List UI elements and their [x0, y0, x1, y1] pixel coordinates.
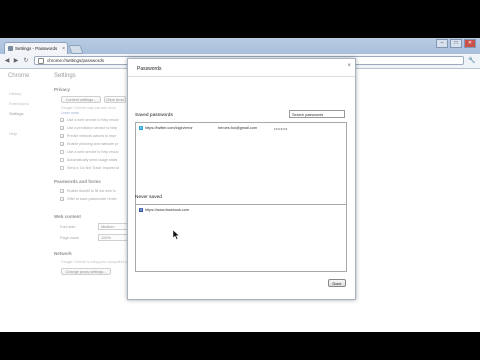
- reload-button[interactable]: ↻: [22, 57, 30, 65]
- tab-close-icon[interactable]: ×: [62, 46, 65, 52]
- twitter-icon: t: [139, 126, 143, 130]
- saved-site: https://twitter.com/login/error: [145, 126, 193, 130]
- new-tab-button[interactable]: [68, 45, 84, 54]
- page-icon: [38, 57, 44, 64]
- window-controls: – □ ✕: [436, 39, 476, 48]
- tab-bar: Settings - Passwords × – □ ✕: [0, 38, 480, 54]
- address-text: chrome://settings/passwords: [47, 58, 105, 63]
- passwords-dialog: Passwords × Saved passwords Search passw…: [127, 58, 356, 300]
- dialog-divider: [128, 76, 355, 77]
- settings-favicon-icon: [8, 46, 13, 51]
- never-saved-heading: Never saved: [135, 195, 162, 200]
- maximize-button[interactable]: □: [450, 39, 462, 48]
- wrench-icon[interactable]: 🔧: [468, 57, 476, 65]
- dialog-close-icon[interactable]: ×: [347, 63, 351, 69]
- never-saved-site: https://www.facebook.com: [145, 208, 190, 212]
- tab-settings-passwords[interactable]: Settings - Passwords ×: [4, 42, 68, 54]
- screen: Settings - Passwords × – □ ✕ ◀ ▶ ↻ chrom…: [0, 0, 480, 360]
- close-window-button[interactable]: ✕: [464, 39, 476, 48]
- facebook-icon: f: [139, 208, 143, 212]
- never-saved-list: f https://www.facebook.com: [135, 204, 347, 272]
- saved-password: ••••••••: [274, 126, 288, 131]
- saved-password-row[interactable]: t https://twitter.com/login/error: [139, 126, 193, 130]
- dialog-title: Passwords: [137, 66, 162, 72]
- minimize-button[interactable]: –: [436, 39, 448, 48]
- search-passwords-input[interactable]: Search passwords: [289, 110, 345, 118]
- saved-passwords-heading: Saved passwords: [135, 113, 173, 118]
- tab-title: Settings - Passwords: [15, 46, 58, 51]
- forward-button[interactable]: ▶: [12, 57, 20, 65]
- saved-username: heroes.foo@gmail.com: [218, 126, 258, 130]
- never-saved-row[interactable]: f https://www.facebook.com: [139, 208, 189, 212]
- back-button[interactable]: ◀: [3, 57, 11, 65]
- mouse-cursor-icon: [172, 230, 180, 240]
- done-button[interactable]: Done: [328, 279, 346, 287]
